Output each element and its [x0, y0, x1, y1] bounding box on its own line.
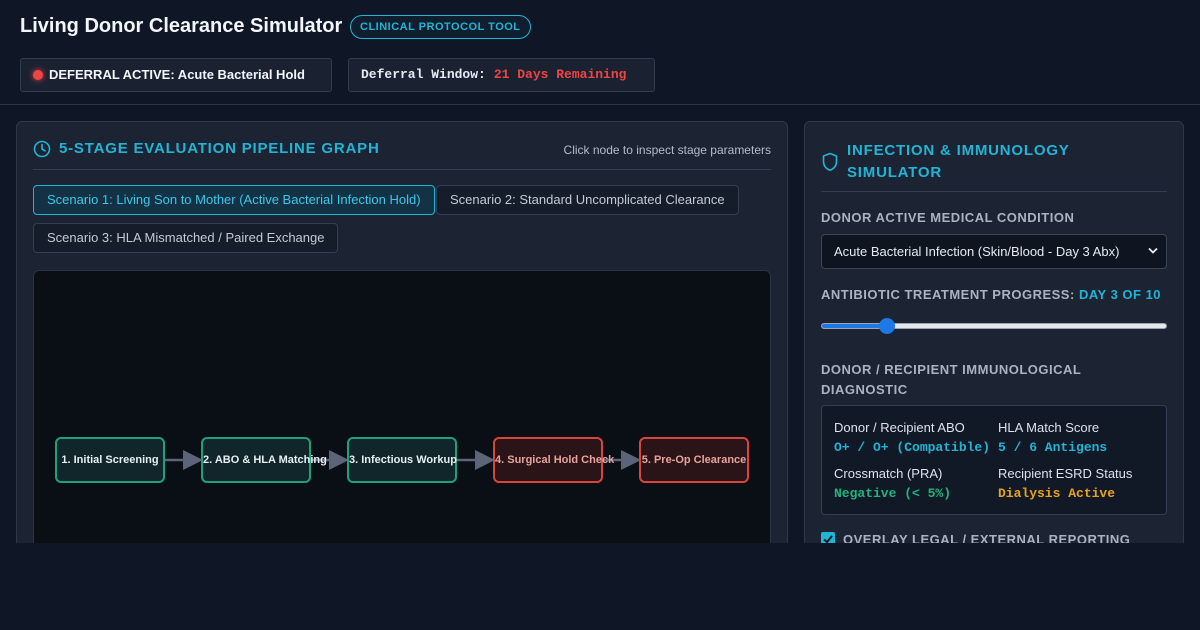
pipeline-graph: 1. Initial Screening 2. ABO & HLA Matchi… [33, 270, 771, 560]
diagnostic-label: DONOR / RECIPIENT IMMUNOLOGICAL DIAGNOST… [821, 362, 1082, 397]
stage-node-3[interactable]: 3. Infectious Workup [347, 437, 457, 483]
shield-icon [822, 152, 838, 172]
diag-abo-label: Donor / Recipient ABO [834, 420, 965, 435]
chevron-down-icon [1148, 247, 1158, 254]
scenario-1-button[interactable]: Scenario 1: Living Son to Mother (Active… [33, 185, 435, 215]
pipeline-hint: Click node to inspect stage parameters [563, 143, 771, 157]
slider-thumb[interactable] [879, 318, 896, 334]
diag-abo-value: O+ / O+ (Compatible) [834, 440, 991, 455]
viewport-bottom-fill [0, 543, 1200, 630]
diag-esrd-label: Recipient ESRD Status [998, 466, 1133, 481]
stage-node-4[interactable]: 4. Surgical Hold Check [493, 437, 614, 483]
top-bar: Living Donor Clearance Simulator CLINICA… [0, 0, 1200, 105]
scenario-2-button[interactable]: Scenario 2: Standard Uncomplicated Clear… [436, 185, 739, 215]
diag-esrd-value: Dialysis Active [998, 486, 1116, 501]
diag-hla-value: 5 / 6 Antigens [998, 440, 1108, 455]
simulator-header: INFECTION & IMMUNOLOGY SIMULATOR [821, 136, 1167, 192]
diag-abo: Donor / Recipient ABO O+ / O+ (Compatibl… [834, 420, 990, 455]
deferral-window-label: Deferral Window: [361, 67, 486, 82]
simulator-panel: INFECTION & IMMUNOLOGY SIMULATOR DONOR A… [804, 121, 1184, 561]
slider-fill [822, 324, 888, 328]
antibiotic-progress-slider[interactable] [821, 318, 1167, 334]
diag-esrd: Recipient ESRD Status Dialysis Active [998, 466, 1132, 501]
deferral-window-chip: Deferral Window: 21 Days Remaining [348, 58, 655, 92]
pipeline-header: 5-STAGE EVALUATION PIPELINE GRAPH Click … [33, 138, 771, 170]
diag-hla: HLA Match Score 5 / 6 Antigens [998, 420, 1107, 455]
diagnostic-box: Donor / Recipient ABO O+ / O+ (Compatibl… [821, 405, 1167, 515]
app-title: Living Donor Clearance Simulator [20, 15, 343, 37]
condition-label: DONOR ACTIVE MEDICAL CONDITION [821, 210, 1075, 225]
deferral-window-value: 21 Days Remaining [493, 67, 627, 82]
stage-node-1[interactable]: 1. Initial Screening [55, 437, 165, 483]
pipeline-title: 5-STAGE EVALUATION PIPELINE GRAPH [59, 140, 380, 157]
condition-select[interactable]: Acute Bacterial Infection (Skin/Blood - … [821, 234, 1167, 269]
diag-hla-label: HLA Match Score [998, 420, 1100, 435]
progress-value: DAY 3 OF 10 [1078, 287, 1162, 302]
stage-node-2[interactable]: 2. ABO & HLA Matching [201, 437, 327, 483]
scenario-3-button[interactable]: Scenario 3: HLA Mismatched / Paired Exch… [33, 223, 339, 253]
deferral-status-chip: DEFERRAL ACTIVE: Acute Bacterial Hold [20, 58, 332, 92]
progress-label: ANTIBIOTIC TREATMENT PROGRESS: DAY 3 OF … [821, 287, 1161, 302]
progress-label-text: ANTIBIOTIC TREATMENT PROGRESS: [821, 287, 1075, 302]
diag-crossmatch-label: Crossmatch (PRA) [834, 466, 943, 481]
stage-node-5[interactable]: 5. Pre-Op Clearance [639, 437, 749, 483]
condition-select-value: Acute Bacterial Infection (Skin/Blood - … [834, 244, 1120, 259]
simulator-title: INFECTION & IMMUNOLOGY SIMULATOR [847, 142, 1070, 181]
protocol-badge: CLINICAL PROTOCOL TOOL [350, 15, 531, 39]
deferral-status-text: DEFERRAL ACTIVE: Acute Bacterial Hold [49, 67, 305, 82]
clock-icon [33, 140, 51, 158]
pipeline-panel: 5-STAGE EVALUATION PIPELINE GRAPH Click … [16, 121, 788, 561]
diag-crossmatch-value: Negative (< 5%) [834, 486, 952, 501]
alert-dot-icon [33, 69, 43, 80]
diag-crossmatch: Crossmatch (PRA) Negative (< 5%) [834, 466, 951, 501]
pipeline-edges [165, 450, 641, 470]
